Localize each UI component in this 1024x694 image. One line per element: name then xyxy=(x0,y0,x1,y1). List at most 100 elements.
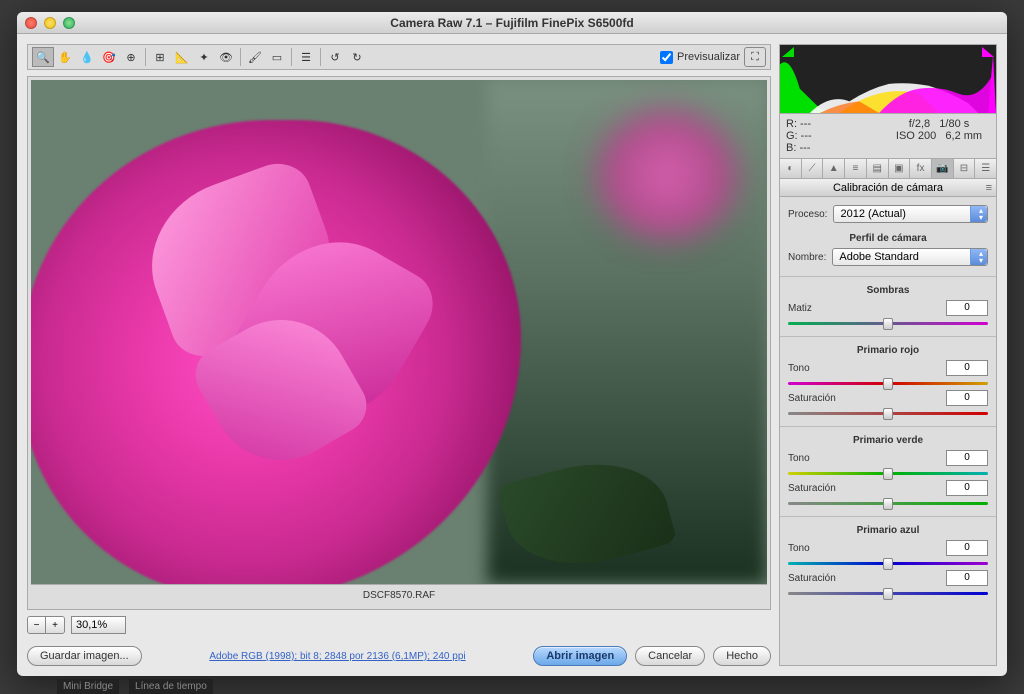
process-label: Proceso: xyxy=(788,209,827,220)
red-sat-track[interactable] xyxy=(788,408,988,418)
window-title: Camera Raw 7.1 – Fujifilm FinePix S6500f… xyxy=(17,16,1007,30)
histogram[interactable] xyxy=(779,44,997,114)
left-column: 🔍 ✋ 💧 🎯 ⊕ ⊞ 📐 ✦ 👁 🖌 ▭ ☰ ↺ ↻ xyxy=(27,44,771,666)
done-button[interactable]: Hecho xyxy=(713,646,771,666)
process-select[interactable]: 2012 (Actual) ▴▾ xyxy=(833,205,988,223)
cancel-button[interactable]: Cancelar xyxy=(635,646,705,666)
blue-sat-track[interactable] xyxy=(788,588,988,598)
blue-header: Primario azul xyxy=(788,525,988,536)
red-hue-value[interactable]: 0 xyxy=(946,360,988,376)
panel-tabs: ◐ ⟋ ▲ ≡ ▤ ▣ fx 📷 ⊟ ☰ xyxy=(779,159,997,179)
blue-hue-track[interactable] xyxy=(788,558,988,568)
slider-thumb[interactable] xyxy=(883,318,893,330)
zoom-stepper: − + xyxy=(27,616,65,634)
blue-sat-value[interactable]: 0 xyxy=(946,570,988,586)
divider xyxy=(780,276,996,277)
name-label: Nombre: xyxy=(788,252,826,263)
tab-lens-icon[interactable]: ▣ xyxy=(889,159,911,178)
zoom-tool-icon[interactable]: 🔍 xyxy=(32,47,54,67)
filename-bar: DSCF8570.RAF xyxy=(31,584,767,606)
save-button[interactable]: Guardar imagen... xyxy=(27,646,142,666)
workflow-options-link[interactable]: Adobe RGB (1998); bit 8; 2848 por 2136 (… xyxy=(209,651,465,662)
separator xyxy=(291,48,292,66)
blue-hue-value[interactable]: 0 xyxy=(946,540,988,556)
preview-checkbox[interactable]: Previsualizar xyxy=(660,51,740,64)
slider-thumb[interactable] xyxy=(883,588,893,600)
green-hue-value[interactable]: 0 xyxy=(946,450,988,466)
aperture: f/2,8 xyxy=(909,118,930,130)
separator xyxy=(240,48,241,66)
tab-split-icon[interactable]: ▤ xyxy=(867,159,889,178)
exif-info: R: --- G: --- B: --- f/2,8 1/80 s ISO 20… xyxy=(779,114,997,159)
crop-tool-icon[interactable]: ⊞ xyxy=(149,47,171,67)
fullscreen-icon[interactable]: ⛶ xyxy=(744,47,766,67)
green-sat-track[interactable] xyxy=(788,498,988,508)
green-hue-track[interactable] xyxy=(788,468,988,478)
color-sampler-icon[interactable]: 🎯 xyxy=(98,47,120,67)
tab-basic-icon[interactable]: ◐ xyxy=(780,159,802,178)
shadow-clip-icon[interactable] xyxy=(782,47,794,57)
titlebar: Camera Raw 7.1 – Fujifilm FinePix S6500f… xyxy=(17,12,1007,34)
panel-title-bar: Calibración de cámara ≡ xyxy=(779,179,997,197)
preferences-icon[interactable]: ☰ xyxy=(295,47,317,67)
hand-tool-icon[interactable]: ✋ xyxy=(54,47,76,67)
spot-removal-icon[interactable]: ✦ xyxy=(193,47,215,67)
tab-curve-icon[interactable]: ⟋ xyxy=(802,159,824,178)
shutter: 1/80 s xyxy=(939,118,969,130)
zoom-in-button[interactable]: + xyxy=(46,617,64,633)
panel-body: Proceso: 2012 (Actual) ▴▾ Perfil de cáma… xyxy=(779,197,997,666)
rotate-ccw-icon[interactable]: ↺ xyxy=(324,47,346,67)
red-sat-value[interactable]: 0 xyxy=(946,390,988,406)
open-button[interactable]: Abrir imagen xyxy=(533,646,627,666)
content: 🔍 ✋ 💧 🎯 ⊕ ⊞ 📐 ✦ 👁 🖌 ▭ ☰ ↺ ↻ xyxy=(17,34,1007,676)
slider-thumb[interactable] xyxy=(883,378,893,390)
profile-name-select[interactable]: Adobe Standard ▴▾ xyxy=(832,248,988,266)
shadows-tint-track[interactable] xyxy=(788,318,988,328)
green-sat-slider: Saturación 0 xyxy=(788,480,988,508)
mini-bridge-tab[interactable]: Mini Bridge xyxy=(57,679,119,694)
slider-thumb[interactable] xyxy=(883,498,893,510)
tab-calibration-icon[interactable]: 📷 xyxy=(932,159,954,178)
green-header: Primario verde xyxy=(788,435,988,446)
photo-preview[interactable] xyxy=(31,80,767,584)
shadows-tint-slider: Matiz 0 xyxy=(788,300,988,328)
graduated-filter-icon[interactable]: ▭ xyxy=(266,47,288,67)
divider xyxy=(780,426,996,427)
red-hue-track[interactable] xyxy=(788,378,988,388)
panel-title: Calibración de cámara xyxy=(833,182,943,194)
divider xyxy=(780,336,996,337)
tab-hsl-icon[interactable]: ≡ xyxy=(845,159,867,178)
panel-menu-icon[interactable]: ≡ xyxy=(986,182,992,194)
green-sat-value[interactable]: 0 xyxy=(946,480,988,496)
timeline-tab[interactable]: Línea de tiempo xyxy=(129,679,213,694)
shadows-tint-value[interactable]: 0 xyxy=(946,300,988,316)
targeted-adjust-icon[interactable]: ⊕ xyxy=(120,47,142,67)
zoom-out-button[interactable]: − xyxy=(28,617,46,633)
preview-label: Previsualizar xyxy=(677,51,740,63)
redeye-tool-icon[interactable]: 👁 xyxy=(215,47,237,67)
slider-thumb[interactable] xyxy=(883,558,893,570)
shadows-tint-label: Matiz xyxy=(788,303,812,314)
tab-detail-icon[interactable]: ▲ xyxy=(823,159,845,178)
rotate-cw-icon[interactable]: ↻ xyxy=(346,47,368,67)
preview-checkbox-input[interactable] xyxy=(660,51,673,64)
right-column: R: --- G: --- B: --- f/2,8 1/80 s ISO 20… xyxy=(779,44,997,666)
highlight-clip-icon[interactable] xyxy=(982,47,994,57)
red-header: Primario rojo xyxy=(788,345,988,356)
blue-sat-label: Saturación xyxy=(788,573,836,584)
red-sat-slider: Saturación 0 xyxy=(788,390,988,418)
adjustment-brush-icon[interactable]: 🖌 xyxy=(244,47,266,67)
iso: ISO 200 xyxy=(896,130,936,142)
slider-thumb[interactable] xyxy=(883,408,893,420)
zoom-level-value: 30,1% xyxy=(76,619,107,631)
tab-snapshots-icon[interactable]: ☰ xyxy=(975,159,996,178)
slider-thumb[interactable] xyxy=(883,468,893,480)
tab-effects-icon[interactable]: fx xyxy=(910,159,932,178)
zoom-level-select[interactable]: 30,1% xyxy=(71,616,126,634)
process-value: 2012 (Actual) xyxy=(840,208,905,220)
preview-area: DSCF8570.RAF xyxy=(27,76,771,610)
straighten-tool-icon[interactable]: 📐 xyxy=(171,47,193,67)
tab-presets-icon[interactable]: ⊟ xyxy=(954,159,976,178)
divider xyxy=(780,516,996,517)
white-balance-tool-icon[interactable]: 💧 xyxy=(76,47,98,67)
